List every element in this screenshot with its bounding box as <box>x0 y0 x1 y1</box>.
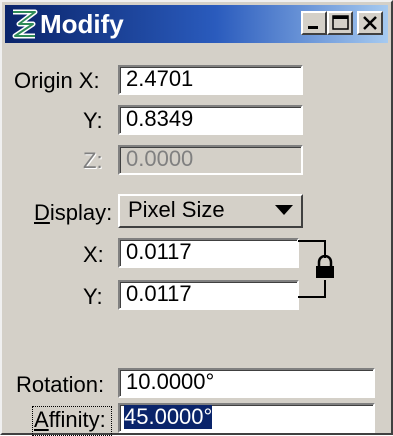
origin-x-label: Origin X: <box>14 68 100 93</box>
display-label: Display: <box>34 199 112 227</box>
affinity-label: Affinity: <box>34 406 106 434</box>
modify-dialog: Modify Origin X: 2.4701 Y: 0.8349 Z: 0.0… <box>0 0 393 436</box>
display-dropdown-value: Pixel Size <box>128 197 225 222</box>
display-label-rest: isplay: <box>49 200 113 225</box>
affinity-selected-text: 45.0000° <box>124 404 213 429</box>
window-title: Modify <box>40 9 124 39</box>
lock-bracket-bottom <box>298 296 326 298</box>
affinity-label-rest: ffinity: <box>48 407 106 432</box>
lock-icon[interactable] <box>313 255 337 281</box>
minimize-button[interactable] <box>301 11 327 35</box>
maximize-icon <box>332 15 349 30</box>
rotation-label: Rotation: <box>16 372 105 397</box>
title-bar[interactable]: Modify <box>5 5 388 43</box>
lock-bracket-top <box>298 240 326 242</box>
origin-z-field: 0.0000 <box>118 145 303 175</box>
display-dropdown[interactable]: Pixel Size <box>118 194 303 228</box>
display-x-field[interactable]: 0.0117 <box>118 238 299 268</box>
origin-z-label: Z: <box>83 148 103 173</box>
chevron-down-icon <box>275 205 293 215</box>
origin-y-field[interactable]: 0.8349 <box>118 105 303 135</box>
maximize-button[interactable] <box>327 11 353 35</box>
origin-x-field[interactable]: 2.4701 <box>118 65 303 95</box>
display-x-label: X: <box>83 242 104 267</box>
app-logo-icon <box>12 9 38 39</box>
display-y-label: Y: <box>83 284 103 309</box>
rotation-field[interactable]: 10.0000° <box>118 368 375 398</box>
display-y-field[interactable]: 0.0117 <box>118 280 299 310</box>
affinity-field[interactable]: 45.0000° <box>118 403 375 433</box>
affinity-label-mnemonic: A <box>34 407 49 432</box>
close-icon <box>363 16 377 30</box>
close-button[interactable] <box>357 11 383 35</box>
origin-y-label: Y: <box>83 108 103 133</box>
minimize-icon <box>308 26 318 29</box>
display-label-mnemonic: D <box>34 200 50 225</box>
